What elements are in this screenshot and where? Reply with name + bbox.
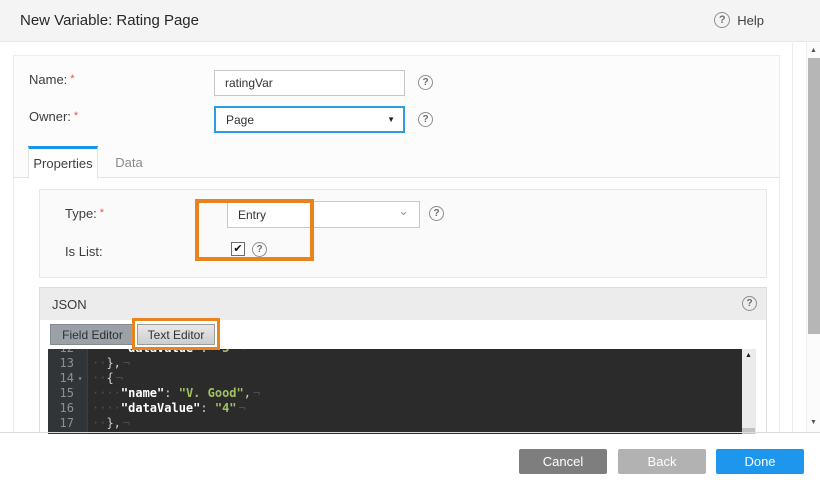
required-marker: *	[74, 110, 78, 122]
cancel-button[interactable]: Cancel	[519, 449, 607, 474]
json-section-header: JSON ?	[40, 288, 766, 320]
tab-strip: Properties Data	[14, 146, 779, 178]
fold-open-icon[interactable]: ▾	[74, 371, 86, 386]
dialog-header: New Variable: Rating Page ? Help	[0, 0, 820, 42]
owner-help-icon[interactable]: ?	[418, 112, 433, 127]
content-right-edge	[792, 43, 793, 432]
dropdown-arrow-icon: ▼	[387, 115, 395, 124]
name-input[interactable]	[214, 70, 405, 96]
fold-spacer	[74, 401, 86, 416]
help-link[interactable]: ? Help	[714, 12, 764, 28]
owner-label: Owner:*	[29, 109, 78, 124]
code-line: 12····"dataValue": "3"¬	[48, 349, 742, 356]
back-button[interactable]: Back	[618, 449, 706, 474]
text-editor-button[interactable]: Text Editor	[137, 324, 215, 345]
page-title: New Variable: Rating Page	[20, 12, 199, 29]
fold-spacer	[74, 386, 86, 401]
is-list-checkbox[interactable]: ✔	[231, 242, 245, 256]
form-panel: Name:* ? Owner:* Page ▼ ? Properties Dat…	[13, 55, 780, 432]
code-lines: 12····"dataValue": "3"¬13··},¬14▾··{¬15·…	[48, 349, 742, 431]
field-editor-button[interactable]: Field Editor	[50, 324, 135, 345]
tab-data[interactable]: Data	[98, 146, 160, 179]
json-section-title: JSON	[52, 297, 87, 312]
is-list-label: Is List:	[65, 244, 103, 259]
type-select-value: Entry	[238, 208, 266, 222]
footer-separator	[0, 432, 820, 433]
type-select[interactable]: Entry ⌄	[227, 201, 420, 228]
code-line: 13··},¬	[48, 356, 742, 371]
type-help-icon[interactable]: ?	[429, 206, 444, 221]
done-button[interactable]: Done	[716, 449, 804, 474]
editor-scrollbar-corner[interactable]	[742, 428, 755, 434]
type-label: Type:*	[65, 206, 104, 221]
code-line: 15····"name": "V. Good",¬	[48, 386, 742, 401]
name-help-icon[interactable]: ?	[418, 75, 433, 90]
name-label: Name:*	[29, 72, 75, 87]
owner-select-value: Page	[226, 113, 254, 127]
json-code-editor[interactable]: 12····"dataValue": "3"¬13··},¬14▾··{¬15·…	[48, 349, 742, 434]
chevron-down-icon: ⌄	[398, 203, 409, 219]
page-scrollbar[interactable]: ▲ ▼	[806, 43, 820, 432]
code-line: 16····"dataValue": "4"¬	[48, 401, 742, 416]
required-marker: *	[100, 207, 104, 219]
type-section: Type:* Entry ⌄ ? Is List: ✔ ?	[39, 189, 767, 278]
json-section: JSON ? Field Editor Text Editor 12····"d…	[39, 287, 767, 433]
tab-properties[interactable]: Properties	[28, 146, 98, 179]
code-line: 17··},¬	[48, 416, 742, 431]
required-marker: *	[70, 73, 74, 85]
scroll-down-icon[interactable]: ▼	[807, 419, 820, 426]
help-icon: ?	[714, 12, 730, 28]
fold-spacer	[74, 349, 86, 356]
fold-spacer	[74, 356, 86, 371]
code-line: 14▾··{¬	[48, 371, 742, 386]
page-scrollbar-thumb[interactable]	[808, 58, 820, 334]
new-variable-dialog: New Variable: Rating Page ? Help ▲ ▼ Nam…	[0, 0, 820, 488]
help-label: Help	[737, 13, 764, 28]
json-help-icon[interactable]: ?	[742, 296, 757, 311]
editor-scrollbar[interactable]: ▲	[742, 349, 756, 434]
owner-select[interactable]: Page ▼	[214, 106, 405, 133]
fold-spacer	[74, 416, 86, 431]
is-list-help-icon[interactable]: ?	[252, 242, 267, 257]
editor-scroll-up-icon[interactable]: ▲	[742, 352, 755, 359]
scroll-up-icon[interactable]: ▲	[807, 47, 820, 54]
